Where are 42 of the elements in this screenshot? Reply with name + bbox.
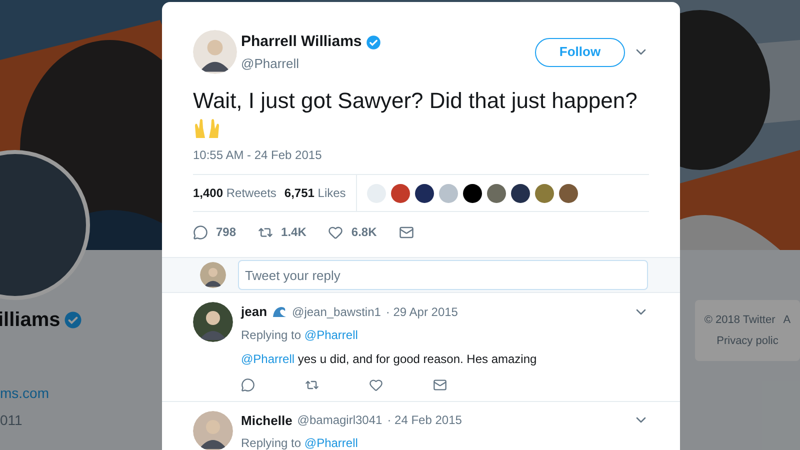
action-count: 798 xyxy=(216,224,236,241)
heart-icon[interactable] xyxy=(328,224,344,240)
footer-link[interactable]: A xyxy=(783,312,791,328)
reply-text: @Pharrell yes u did, and for good reason. Hes amazing xyxy=(241,350,538,368)
author-name[interactable]: Pharrell Williams xyxy=(241,31,362,54)
user-avatar xyxy=(200,262,226,288)
liker-avatar[interactable] xyxy=(414,184,434,202)
footer-link[interactable]: Privacy polic xyxy=(716,332,778,349)
reply-author[interactable]: jean xyxy=(241,302,268,322)
reply-date[interactable]: · 29 Apr 2015 xyxy=(386,302,458,321)
author-handle[interactable]: @Pharrell xyxy=(241,54,381,73)
liker-avatar[interactable] xyxy=(462,184,482,202)
replying-to-text: Replying to @Pharrell xyxy=(241,435,359,450)
mention-link[interactable]: @Pharrell xyxy=(241,352,295,366)
follow-button[interactable]: Follow xyxy=(535,38,625,66)
reply-field[interactable]: Tweet your reply xyxy=(238,260,648,290)
author-avatar xyxy=(193,30,237,74)
tweet-time[interactable]: 10:55 AM - 24 Feb 2015 xyxy=(193,146,649,164)
mention-link[interactable]: @Pharrell xyxy=(304,436,358,450)
like-count[interactable]: 6,751 Likes xyxy=(284,184,346,202)
copyright-text: © 2018 Twitter xyxy=(704,313,776,328)
raised-hands-icon xyxy=(193,116,221,140)
joined-date: 011 xyxy=(0,411,24,430)
reply-author[interactable]: Michelle xyxy=(241,410,292,430)
heart-icon[interactable] xyxy=(369,378,383,392)
reply-handle[interactable]: @jean_bawstin1 xyxy=(292,302,381,321)
reply-icon[interactable] xyxy=(241,378,255,392)
message-icon[interactable] xyxy=(433,378,447,392)
reply-handle[interactable]: @bamagirl3041 xyxy=(297,411,382,430)
liker-avatar[interactable] xyxy=(510,184,530,202)
action-count: 6.8K xyxy=(351,224,377,241)
message-icon[interactable] xyxy=(398,224,414,240)
mention-link[interactable]: @Pharrell xyxy=(304,328,358,342)
reply-avatar xyxy=(193,302,233,342)
liker-avatar[interactable] xyxy=(558,184,578,202)
reply-date[interactable]: · 24 Feb 2015 xyxy=(387,411,462,430)
replying-to-text: Replying to @Pharrell xyxy=(241,326,359,344)
retweet-count[interactable]: 1,400 Retweets xyxy=(193,184,276,202)
reply-icon[interactable] xyxy=(193,224,208,240)
reply-avatar xyxy=(193,410,233,450)
action-count: 1.4K xyxy=(281,224,306,241)
tweet-text: Wait, I just got Sawyer? Did that just happen? xyxy=(193,88,638,114)
